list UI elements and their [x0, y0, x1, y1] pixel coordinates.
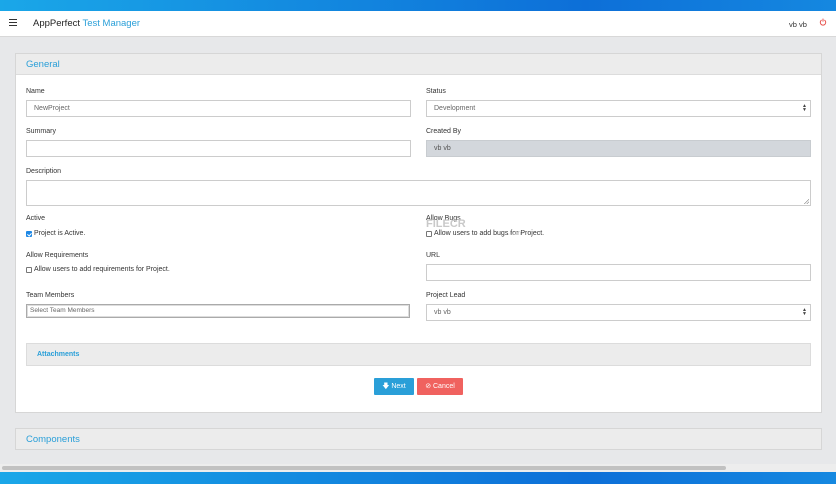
power-icon[interactable] — [819, 18, 827, 26]
summary-label: Summary — [26, 128, 56, 135]
status-value: Development — [434, 105, 476, 112]
watermark-text: FILECR — [426, 218, 466, 230]
brand-product: Test Manager — [82, 18, 141, 29]
user-menu[interactable]: vb vb — [789, 20, 807, 29]
team-members-input[interactable]: Select Team Members — [26, 304, 410, 318]
name-label: Name — [26, 88, 45, 95]
name-input[interactable]: NewProject — [26, 100, 411, 117]
allow-requirements-checkbox[interactable] — [26, 267, 32, 273]
general-panel-header: General — [16, 54, 821, 75]
attachments-title[interactable]: Attachments — [37, 351, 79, 358]
attachments-section[interactable]: Attachments — [26, 343, 811, 366]
project-lead-select[interactable]: vb vb ▲ ▼ — [426, 304, 811, 321]
bottom-accent-strip — [0, 472, 836, 484]
description-label: Description — [26, 168, 62, 175]
top-accent-strip — [0, 0, 836, 11]
hamburger-icon[interactable] — [9, 19, 17, 27]
next-button[interactable]: 🡇 Next — [374, 378, 414, 395]
project-lead-label: Project Lead — [426, 292, 466, 299]
allow-requirements-checkbox-label[interactable]: Allow users to add requirements for Proj… — [34, 266, 170, 273]
allow-requirements-label: Allow Requirements — [26, 252, 89, 259]
url-label: URL — [426, 252, 441, 259]
project-lead-value: vb vb — [434, 309, 451, 316]
general-title: General — [26, 59, 60, 70]
active-label: Active — [26, 215, 46, 222]
status-select[interactable]: Development ▲ ▼ — [426, 100, 811, 117]
watermark-suffix: .com — [508, 231, 522, 237]
active-checkbox-label[interactable]: Project is Active. — [34, 230, 85, 237]
select-arrows-icon: ▲ ▼ — [802, 307, 807, 317]
cancel-button[interactable]: ⊘ Cancel — [417, 378, 463, 395]
summary-input[interactable] — [26, 140, 411, 157]
allow-bugs-checkbox[interactable] — [426, 231, 432, 237]
scrollbar-thumb[interactable] — [2, 466, 726, 470]
url-input[interactable] — [426, 264, 811, 281]
app-brand: AppPerfect Test Manager — [33, 18, 140, 29]
components-title: Components — [26, 434, 80, 445]
resize-grip-icon[interactable] — [804, 199, 809, 204]
horizontal-scrollbar[interactable] — [0, 464, 836, 472]
top-navbar: AppPerfect Test Manager vb vb — [0, 11, 836, 37]
created-by-field: vb vb — [426, 140, 811, 157]
watermark: FILECR .com — [426, 218, 521, 237]
general-panel: General Name NewProject Status Developme… — [15, 53, 822, 413]
brand-name: AppPerfect — [33, 18, 80, 29]
status-label: Status — [426, 88, 446, 95]
allow-bugs-checkbox-label[interactable]: Allow users to add bugs for Project. — [434, 230, 544, 237]
created-by-label: Created By — [426, 128, 462, 135]
description-textarea[interactable] — [26, 180, 811, 206]
components-panel[interactable]: Components — [15, 428, 822, 450]
select-arrows-icon: ▲ ▼ — [802, 103, 807, 113]
active-checkbox[interactable] — [26, 231, 32, 237]
team-members-label: Team Members — [26, 292, 75, 299]
